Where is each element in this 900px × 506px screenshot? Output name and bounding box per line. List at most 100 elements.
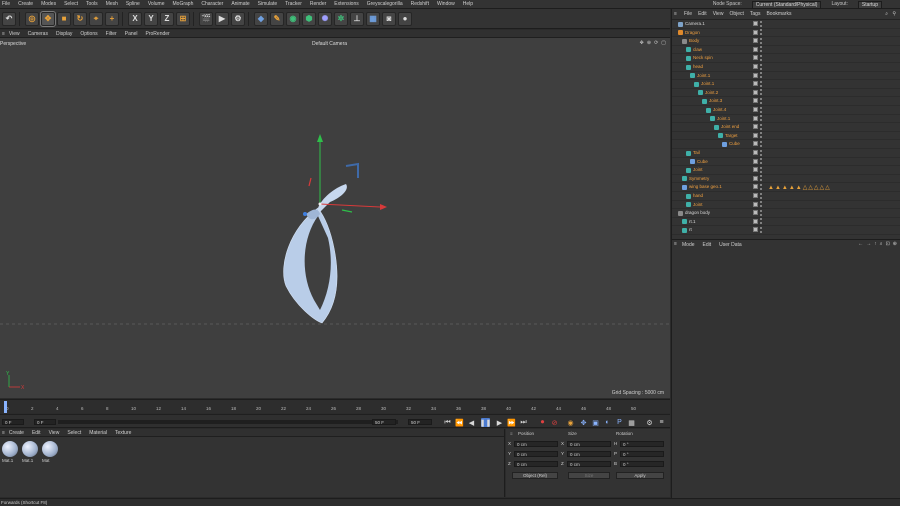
back-icon[interactable]: ← xyxy=(858,241,863,247)
layer-checkbox[interactable] xyxy=(753,64,758,69)
menu-volume[interactable]: Volume xyxy=(148,1,165,7)
lock-x-icon[interactable]: X xyxy=(128,11,142,26)
layer-checkbox[interactable] xyxy=(753,201,758,207)
menu-spline[interactable]: Spline xyxy=(126,1,140,7)
object-name[interactable]: Joint end xyxy=(721,124,739,129)
object-row[interactable]: Joint.1 xyxy=(672,115,900,124)
menu-help[interactable]: Help xyxy=(463,1,473,7)
rotate-icon[interactable]: ↻ xyxy=(73,11,87,26)
layer-checkbox[interactable] xyxy=(753,81,758,87)
next-frame-icon[interactable]: ▶ xyxy=(495,418,504,427)
object-name[interactable]: rt xyxy=(689,227,692,232)
object-name[interactable]: head xyxy=(693,64,703,69)
visibility-dots[interactable] xyxy=(760,149,762,156)
playhead[interactable] xyxy=(4,401,7,413)
visibility-dots[interactable] xyxy=(760,226,762,233)
object-row[interactable]: rt.1 xyxy=(672,218,900,227)
maximize-icon[interactable]: ▢ xyxy=(661,40,666,46)
pan-icon[interactable]: ✥ xyxy=(640,40,644,46)
go-to-start-icon[interactable]: ⏮ xyxy=(443,418,452,427)
autokey-icon[interactable]: ⊘ xyxy=(550,418,559,427)
layer-checkbox[interactable] xyxy=(753,21,758,26)
layer-checkbox[interactable] xyxy=(753,124,758,130)
menu-file[interactable]: File xyxy=(2,1,10,7)
layer-checkbox[interactable] xyxy=(753,89,758,95)
visibility-dots[interactable] xyxy=(760,89,762,96)
layer-checkbox[interactable] xyxy=(753,184,758,190)
object-row[interactable]: Dragon xyxy=(672,29,900,38)
grid-icon[interactable]: ▦ xyxy=(366,11,380,26)
visibility-dots[interactable] xyxy=(760,72,762,79)
position-z-field[interactable]: 0 cm xyxy=(514,461,558,467)
object-row[interactable]: Neck spin xyxy=(672,54,900,63)
visibility-dots[interactable] xyxy=(760,132,762,139)
end-frame-field[interactable]: 50 F xyxy=(408,419,432,425)
rotation-p-field[interactable]: 0 ° xyxy=(620,451,664,457)
layer-checkbox[interactable] xyxy=(753,98,758,104)
max-frame-field[interactable]: 50 F xyxy=(372,419,396,425)
move-live-select-icon[interactable]: ◎ xyxy=(25,11,39,26)
object-row[interactable]: Joint.1 xyxy=(672,80,900,89)
visibility-dots[interactable] xyxy=(760,97,762,104)
min-frame-field[interactable]: 0 F xyxy=(34,419,56,425)
node-space-dropdown[interactable]: Current (Standard/Physical) xyxy=(751,1,822,9)
prev-key-icon[interactable]: ⏪ xyxy=(455,418,464,427)
rotation-h-field[interactable]: 0 ° xyxy=(620,441,664,447)
object-name[interactable]: rt.1 xyxy=(689,219,696,224)
visibility-dots[interactable] xyxy=(760,46,762,53)
cube-icon[interactable]: ◆ xyxy=(254,11,268,26)
viewport-menu-prorender[interactable]: ProRender xyxy=(146,31,170,37)
layer-checkbox[interactable] xyxy=(753,115,758,121)
visibility-dots[interactable] xyxy=(760,29,762,36)
object-row[interactable]: Joint.4 xyxy=(672,106,900,115)
panel-icon[interactable]: ≡ xyxy=(674,11,677,17)
menu-simulate[interactable]: Simulate xyxy=(258,1,277,7)
object-row[interactable]: Joint.2 xyxy=(672,89,900,98)
material-swatch[interactable]: Mat.1 xyxy=(22,441,40,463)
menu-extensions[interactable]: Extensions xyxy=(334,1,358,7)
visibility-dots[interactable] xyxy=(760,201,762,208)
timeline-menu-icon[interactable]: ≡ xyxy=(657,418,666,427)
viewport-menu-display[interactable]: Display xyxy=(56,31,72,37)
object-menu-bookmarks[interactable]: Bookmarks xyxy=(766,11,791,17)
object-name[interactable]: Body xyxy=(689,38,699,43)
material-menu-create[interactable]: Create xyxy=(9,430,24,436)
panel-icon[interactable]: ≡ xyxy=(510,431,513,436)
scene-icon[interactable]: ⊥ xyxy=(350,11,364,26)
apply-button[interactable]: Apply xyxy=(616,472,664,479)
rotation-b-field[interactable]: 0 ° xyxy=(620,461,664,467)
lock-z-icon[interactable]: Z xyxy=(160,11,174,26)
object-name[interactable]: hand xyxy=(693,193,703,198)
visibility-dots[interactable] xyxy=(760,175,762,182)
layer-checkbox[interactable] xyxy=(753,150,758,155)
object-row[interactable]: wing base geo.1 ▲▲▲▲▲△△△△△ xyxy=(672,183,900,192)
layer-checkbox[interactable] xyxy=(753,72,758,78)
size-mode-dropdown[interactable]: Size xyxy=(568,472,610,479)
up-icon[interactable]: ↑ xyxy=(874,241,877,247)
zoom-icon[interactable]: ⊕ xyxy=(647,40,651,46)
object-row[interactable]: Tail xyxy=(672,149,900,158)
menu-modes[interactable]: Modes xyxy=(41,1,56,7)
object-row[interactable]: hand xyxy=(672,192,900,201)
visibility-dots[interactable] xyxy=(760,80,762,87)
size-z-field[interactable]: 0 cm xyxy=(567,461,611,467)
material-menu-edit[interactable]: Edit xyxy=(32,430,41,436)
timeline-settings-icon[interactable]: ⚙ xyxy=(645,418,654,427)
menu-tools[interactable]: Tools xyxy=(86,1,98,7)
layer-checkbox[interactable] xyxy=(753,55,758,61)
pause-icon[interactable]: ❚❚ xyxy=(480,418,491,427)
menu-animate[interactable]: Animate xyxy=(231,1,249,7)
object-name[interactable]: Camera.1 xyxy=(685,21,705,26)
size-x-field[interactable]: 0 cm xyxy=(567,441,611,447)
next-key-icon[interactable]: ⏩ xyxy=(507,418,516,427)
subdivision-surface-icon[interactable]: ◉ xyxy=(286,11,300,26)
visibility-dots[interactable] xyxy=(760,166,762,173)
object-name[interactable]: Dragon xyxy=(685,30,700,35)
material-swatch[interactable]: Mat.1 xyxy=(2,441,20,463)
object-name[interactable]: Tail xyxy=(693,150,700,155)
object-row[interactable]: Joint end xyxy=(672,123,900,132)
undo-icon[interactable]: ↶ xyxy=(2,11,16,26)
coordinate-mode-dropdown[interactable]: Object (Rel) xyxy=(512,472,558,479)
material-menu-texture[interactable]: Texture xyxy=(115,430,131,436)
object-name[interactable]: Joint.4 xyxy=(713,107,726,112)
